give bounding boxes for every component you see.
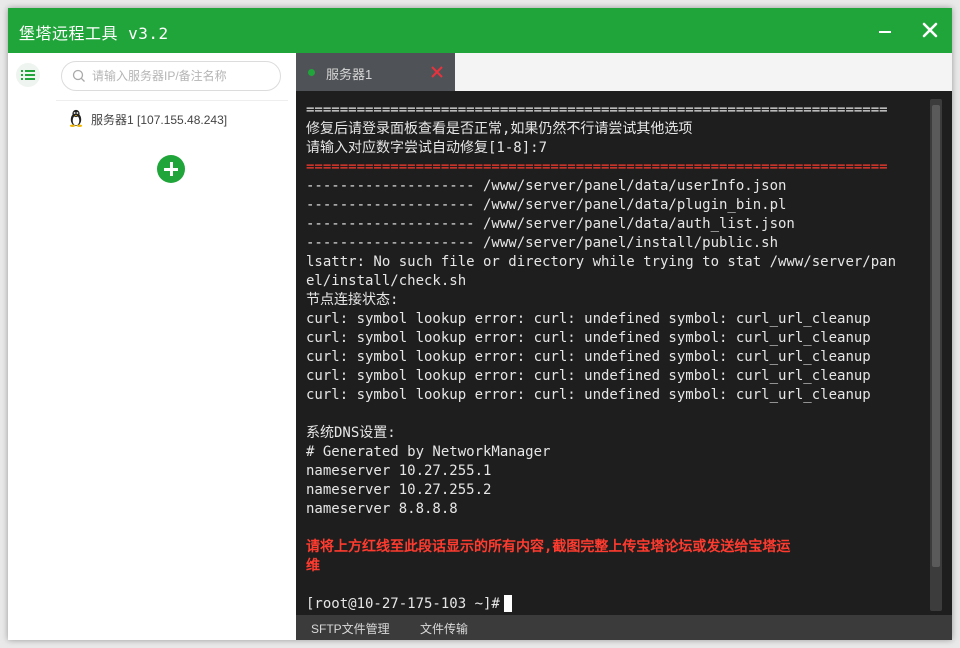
terminal-line: 修复后请登录面板查看是否正常,如果仍然不行请尝试其他选项 bbox=[306, 120, 926, 139]
terminal-line: el/install/check.sh bbox=[306, 272, 926, 291]
server-list-item[interactable]: 服务器1 [107.155.48.243] bbox=[56, 105, 288, 133]
app-title: 堡塔远程工具 v3.2 bbox=[19, 24, 169, 43]
terminal-line: curl: symbol lookup error: curl: undefin… bbox=[306, 386, 926, 405]
terminal-line-text: 修复后请登录面板查看是否正常,如果仍然不行请尝试其他选项 bbox=[306, 121, 693, 137]
terminal-line-text: -------------------- /www/server/panel/d… bbox=[306, 197, 787, 213]
terminal-line-text: lsattr: No such file or directory while … bbox=[306, 254, 897, 270]
terminal-line-text: curl: symbol lookup error: curl: undefin… bbox=[306, 368, 871, 384]
terminal-line-text: el/install/check.sh bbox=[306, 273, 467, 289]
terminal-line: lsattr: No such file or directory while … bbox=[306, 253, 926, 272]
terminal-line: curl: symbol lookup error: curl: undefin… bbox=[306, 310, 926, 329]
terminal-line-text: curl: symbol lookup error: curl: undefin… bbox=[306, 387, 871, 403]
add-server-button[interactable] bbox=[157, 155, 185, 183]
search-icon bbox=[72, 69, 85, 82]
terminal-line: nameserver 10.27.255.2 bbox=[306, 481, 926, 500]
server-list-toggle-button[interactable] bbox=[16, 63, 40, 87]
list-icon bbox=[21, 70, 35, 80]
icon-bar bbox=[8, 53, 49, 640]
terminal-line-text: # Generated by NetworkManager bbox=[306, 444, 551, 460]
terminal-line: curl: symbol lookup error: curl: undefin… bbox=[306, 329, 926, 348]
close-button[interactable] bbox=[915, 15, 945, 45]
terminal-line: 请将上方红线至此段话显示的所有内容,截图完整上传宝塔论坛或发送给宝塔运 bbox=[306, 538, 926, 557]
terminal-line-text: -------------------- /www/server/panel/d… bbox=[306, 178, 787, 194]
terminal-line-text: 请将上方红线至此段话显示的所有内容,截图完整上传宝塔论坛或发送给宝塔运 bbox=[306, 539, 791, 555]
title-bar[interactable]: 堡塔远程工具 v3.2 bbox=[8, 8, 952, 53]
divider bbox=[56, 100, 288, 101]
terminal-output: ========================================… bbox=[306, 101, 926, 614]
connection-status-dot bbox=[308, 69, 315, 76]
terminal-line: nameserver 8.8.8.8 bbox=[306, 500, 926, 519]
terminal-line-text: ========================================… bbox=[306, 102, 888, 118]
terminal-line-text: nameserver 10.27.255.2 bbox=[306, 482, 492, 498]
terminal-line-text: nameserver 10.27.255.1 bbox=[306, 463, 492, 479]
terminal-line: curl: symbol lookup error: curl: undefin… bbox=[306, 367, 926, 386]
terminal-line-text: nameserver 8.8.8.8 bbox=[306, 501, 458, 517]
terminal-line: 维 bbox=[306, 557, 926, 576]
terminal-line: # Generated by NetworkManager bbox=[306, 443, 926, 462]
tab-close-icon[interactable] bbox=[430, 65, 444, 79]
terminal-line-text: curl: symbol lookup error: curl: undefin… bbox=[306, 311, 871, 327]
terminal-line-text: ========================================… bbox=[306, 159, 888, 175]
terminal-line-text: -------------------- /www/server/panel/i… bbox=[306, 235, 779, 251]
terminal-scrollbar[interactable] bbox=[930, 99, 942, 611]
terminal-line-text: 维 bbox=[306, 558, 320, 574]
bottom-bar: SFTP文件管理 文件传输 bbox=[296, 615, 952, 640]
tab-label: 服务器1 bbox=[326, 67, 373, 82]
terminal-line-text: -------------------- /www/server/panel/d… bbox=[306, 216, 795, 232]
file-transfer-tab[interactable]: 文件传输 bbox=[420, 620, 468, 637]
terminal-line: 系统DNS设置: bbox=[306, 424, 926, 443]
terminal-line-text: curl: symbol lookup error: curl: undefin… bbox=[306, 349, 871, 365]
tab-server1[interactable]: 服务器1 bbox=[296, 53, 455, 91]
terminal-line: -------------------- /www/server/panel/d… bbox=[306, 215, 926, 234]
terminal-line: -------------------- /www/server/panel/d… bbox=[306, 196, 926, 215]
minimize-button[interactable] bbox=[870, 15, 900, 45]
terminal-line: curl: symbol lookup error: curl: undefin… bbox=[306, 348, 926, 367]
terminal-line-text: 请输入对应数字尝试自动修复[1-8]:7 bbox=[306, 140, 548, 156]
app-window: 堡塔远程工具 v3.2 请输入服务器IP/备注名称 服务器1 [107.155.… bbox=[8, 8, 952, 640]
terminal-line: 节点连接状态: bbox=[306, 291, 926, 310]
terminal-prompt: [root@10-27-175-103 ~]# bbox=[306, 595, 926, 614]
terminal-line: nameserver 10.27.255.1 bbox=[306, 462, 926, 481]
server-label: 服务器1 [107.155.48.243] bbox=[91, 113, 228, 127]
server-sidebar: 服务器1 [107.155.48.243] bbox=[48, 53, 296, 640]
terminal-line: -------------------- /www/server/panel/d… bbox=[306, 177, 926, 196]
terminal-line-text: 节点连接状态: bbox=[306, 292, 399, 308]
search-input[interactable] bbox=[92, 67, 272, 85]
terminal-line-text: 系统DNS设置: bbox=[306, 425, 396, 441]
terminal-line: -------------------- /www/server/panel/i… bbox=[306, 234, 926, 253]
terminal-line-text: [root@10-27-175-103 ~]# bbox=[306, 596, 500, 612]
tab-bar: 服务器1 bbox=[296, 53, 952, 91]
server-search bbox=[61, 61, 281, 91]
terminal-line: ========================================… bbox=[306, 158, 926, 177]
terminal-line: 请输入对应数字尝试自动修复[1-8]:7 bbox=[306, 139, 926, 158]
close-icon bbox=[922, 22, 938, 38]
terminal[interactable]: ========================================… bbox=[296, 91, 952, 615]
sftp-file-manager-tab[interactable]: SFTP文件管理 bbox=[311, 620, 390, 637]
terminal-line: ========================================… bbox=[306, 101, 926, 120]
linux-tux-icon bbox=[69, 109, 83, 127]
scrollbar-thumb[interactable] bbox=[932, 105, 940, 567]
terminal-line-text: curl: symbol lookup error: curl: undefin… bbox=[306, 330, 871, 346]
terminal-cursor bbox=[503, 595, 512, 612]
